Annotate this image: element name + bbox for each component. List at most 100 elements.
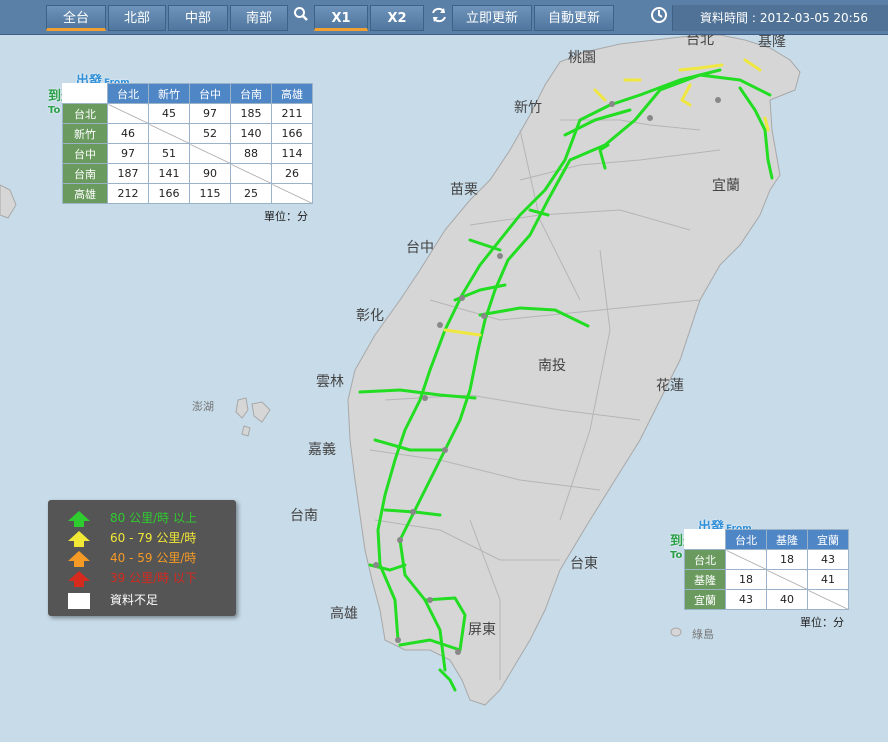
arrow-up-icon <box>68 510 90 527</box>
table-row: 台北 18 43 <box>684 549 849 570</box>
row-header: 台中 <box>62 143 108 164</box>
matrix-cell: 97 <box>107 143 149 164</box>
matrix-west-unit: 單位：分 <box>264 210 308 223</box>
matrix-cell: 43 <box>807 549 849 570</box>
matrix-cell: 140 <box>230 123 272 144</box>
data-time-label: 資料時間 : <box>700 11 756 25</box>
table-row: 高雄 212 166 115 25 <box>62 183 313 204</box>
label-tainan: 台南 <box>290 508 318 524</box>
matrix-cell: 97 <box>189 103 231 124</box>
matrix-cell <box>189 143 231 164</box>
table-row: 台中 97 51 88 114 <box>62 143 313 164</box>
legend-item: 39 公里/時 以下 <box>68 568 197 588</box>
legend-item: 資料不足 <box>68 590 158 610</box>
toolbar: 全台 北部 中部 南部 X1 X2 立即更新 自動更新 資料時間 :2012-0… <box>0 0 888 35</box>
matrix-cell: 52 <box>189 123 231 144</box>
table-row: 基隆 18 41 <box>684 569 849 590</box>
label-changhua: 彰化 <box>356 307 384 324</box>
col-header: 新竹 <box>148 83 190 104</box>
data-time: 資料時間 :2012-03-05 20:56 <box>672 5 888 31</box>
label-lyudao: 綠島 <box>692 627 714 641</box>
matrix-cell: 114 <box>271 143 313 164</box>
table-row: 宜蘭 43 40 <box>684 589 849 610</box>
matrix-cell <box>766 569 808 590</box>
matrix-cell <box>230 163 272 184</box>
label-pingtung: 屏東 <box>468 622 496 638</box>
label-penghu: 澎湖 <box>192 400 214 413</box>
penghu-islands <box>235 397 271 437</box>
zoom-x1-button[interactable]: X1 <box>314 5 368 31</box>
col-header: 台北 <box>725 529 767 550</box>
search-icon[interactable] <box>290 6 312 28</box>
col-header: 台中 <box>189 83 231 104</box>
label-yilan: 宜蘭 <box>712 178 740 194</box>
row-header: 宜蘭 <box>684 589 726 610</box>
matrix-cell: 18 <box>766 549 808 570</box>
no-data-swatch <box>68 592 90 609</box>
data-time-value: 2012-03-05 20:56 <box>759 11 868 25</box>
mainland-edge <box>0 184 17 219</box>
row-header: 台北 <box>62 103 108 124</box>
matrix-cell: 115 <box>189 183 231 204</box>
row-header: 台南 <box>62 163 108 184</box>
label-taitung: 台東 <box>570 556 598 572</box>
refresh-now-button[interactable]: 立即更新 <box>452 5 532 31</box>
legend-item: 40 - 59 公里/時 <box>68 548 196 568</box>
matrix-cell: 88 <box>230 143 272 164</box>
col-header: 台南 <box>230 83 272 104</box>
matrix-cell <box>107 103 149 124</box>
matrix-cell: 141 <box>148 163 190 184</box>
label-chiayi: 嘉義 <box>308 441 336 458</box>
tab-all-taiwan[interactable]: 全台 <box>46 5 106 31</box>
label-miaoli: 苗栗 <box>450 182 478 198</box>
matrix-cell: 40 <box>766 589 808 610</box>
matrix-cell: 25 <box>230 183 272 204</box>
matrix-cell <box>725 549 767 570</box>
row-header: 高雄 <box>62 183 108 204</box>
matrix-cell: 46 <box>107 123 149 144</box>
zoom-x2-button[interactable]: X2 <box>370 5 424 31</box>
matrix-cell: 51 <box>148 143 190 164</box>
green-island <box>670 627 682 637</box>
matrix-cell <box>807 589 849 610</box>
col-header: 高雄 <box>271 83 313 104</box>
col-header: 台北 <box>107 83 149 104</box>
matrix-cell: 45 <box>148 103 190 124</box>
matrix-cell <box>271 183 313 204</box>
label-kaohsiung: 高雄 <box>330 605 358 622</box>
col-header: 宜蘭 <box>807 529 849 550</box>
tab-south[interactable]: 南部 <box>230 5 288 31</box>
label-hsinchu: 新竹 <box>514 100 542 116</box>
matrix-cell <box>148 123 190 144</box>
table-row: 新竹 46 52 140 166 <box>62 123 313 144</box>
legend-item: 80 公里/時 以上 <box>68 508 197 528</box>
legend-item: 60 - 79 公里/時 <box>68 528 196 548</box>
row-header: 基隆 <box>684 569 726 590</box>
clock-icon <box>648 6 670 28</box>
travel-time-matrix-west: 台北 新竹 台中 台南 高雄 台北 45 97 185 211 新竹 46 52… <box>62 83 313 204</box>
col-header: 基隆 <box>766 529 808 550</box>
matrix-cell: 41 <box>807 569 849 590</box>
row-header: 新竹 <box>62 123 108 144</box>
label-hualien: 花蓮 <box>656 378 684 394</box>
matrix-cell: 166 <box>271 123 313 144</box>
matrix-cell: 212 <box>107 183 149 204</box>
matrix-cell: 90 <box>189 163 231 184</box>
label-taoyuan: 桃園 <box>568 50 596 66</box>
label-keelung: 基隆 <box>758 33 786 50</box>
table-row: 台南 187 141 90 26 <box>62 163 313 184</box>
matrix-cell: 43 <box>725 589 767 610</box>
matrix-cell: 211 <box>271 103 313 124</box>
matrix-cell: 187 <box>107 163 149 184</box>
row-header: 台北 <box>684 549 726 570</box>
travel-time-matrix-east: 台北 基隆 宜蘭 台北 18 43 基隆 18 41 宜蘭 43 40 <box>684 529 849 610</box>
refresh-icon[interactable] <box>428 6 450 28</box>
label-nantou: 南投 <box>538 358 566 374</box>
tab-central[interactable]: 中部 <box>168 5 228 31</box>
arrow-up-icon <box>68 550 90 567</box>
table-row: 台北 45 97 185 211 <box>62 103 313 124</box>
auto-refresh-button[interactable]: 自動更新 <box>534 5 614 31</box>
tab-north[interactable]: 北部 <box>108 5 166 31</box>
matrix-cell: 18 <box>725 569 767 590</box>
label-yunlin: 雲林 <box>316 374 344 390</box>
